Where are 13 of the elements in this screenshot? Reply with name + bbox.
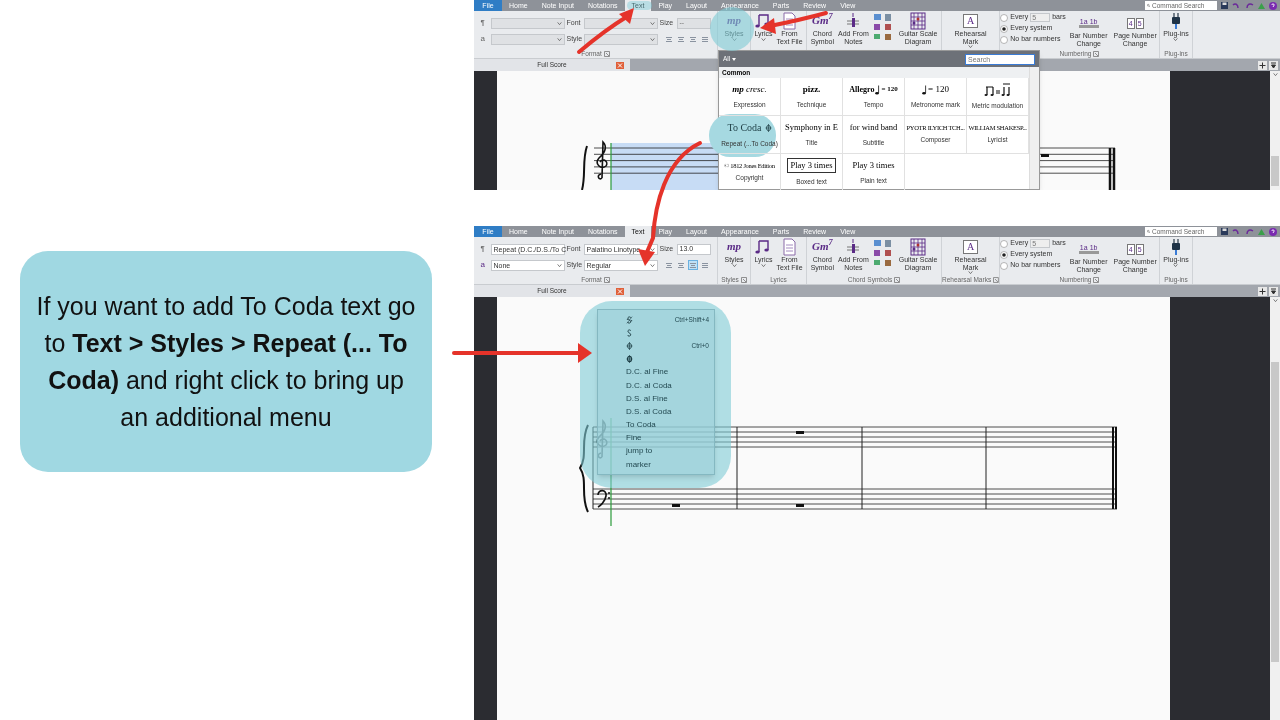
menu-item[interactable]: D.C. al Fine [598,365,714,379]
character-style-icon: a [480,33,489,45]
menu-item[interactable]: D.S. al Coda [598,405,714,419]
menu-item[interactable]: To Coda [598,418,714,432]
menu-item[interactable]: Fine [598,431,714,445]
menu-item[interactable]: D.S. al Fine [598,392,714,406]
callout-text: If you want to add To Coda text go to Text > Styles > Repeat (... To Coda) and right click to bring up an additional menu [35,290,417,433]
character-style-icon: a [480,259,489,271]
menu-item[interactable]: D.C. al Coda [598,378,714,393]
menu-item[interactable]: jump to [598,444,714,459]
paragraph-style-icon: ¶ [480,243,489,255]
menu-item[interactable]: marker [598,458,714,472]
paragraph-style-icon: ¶ [480,17,489,29]
